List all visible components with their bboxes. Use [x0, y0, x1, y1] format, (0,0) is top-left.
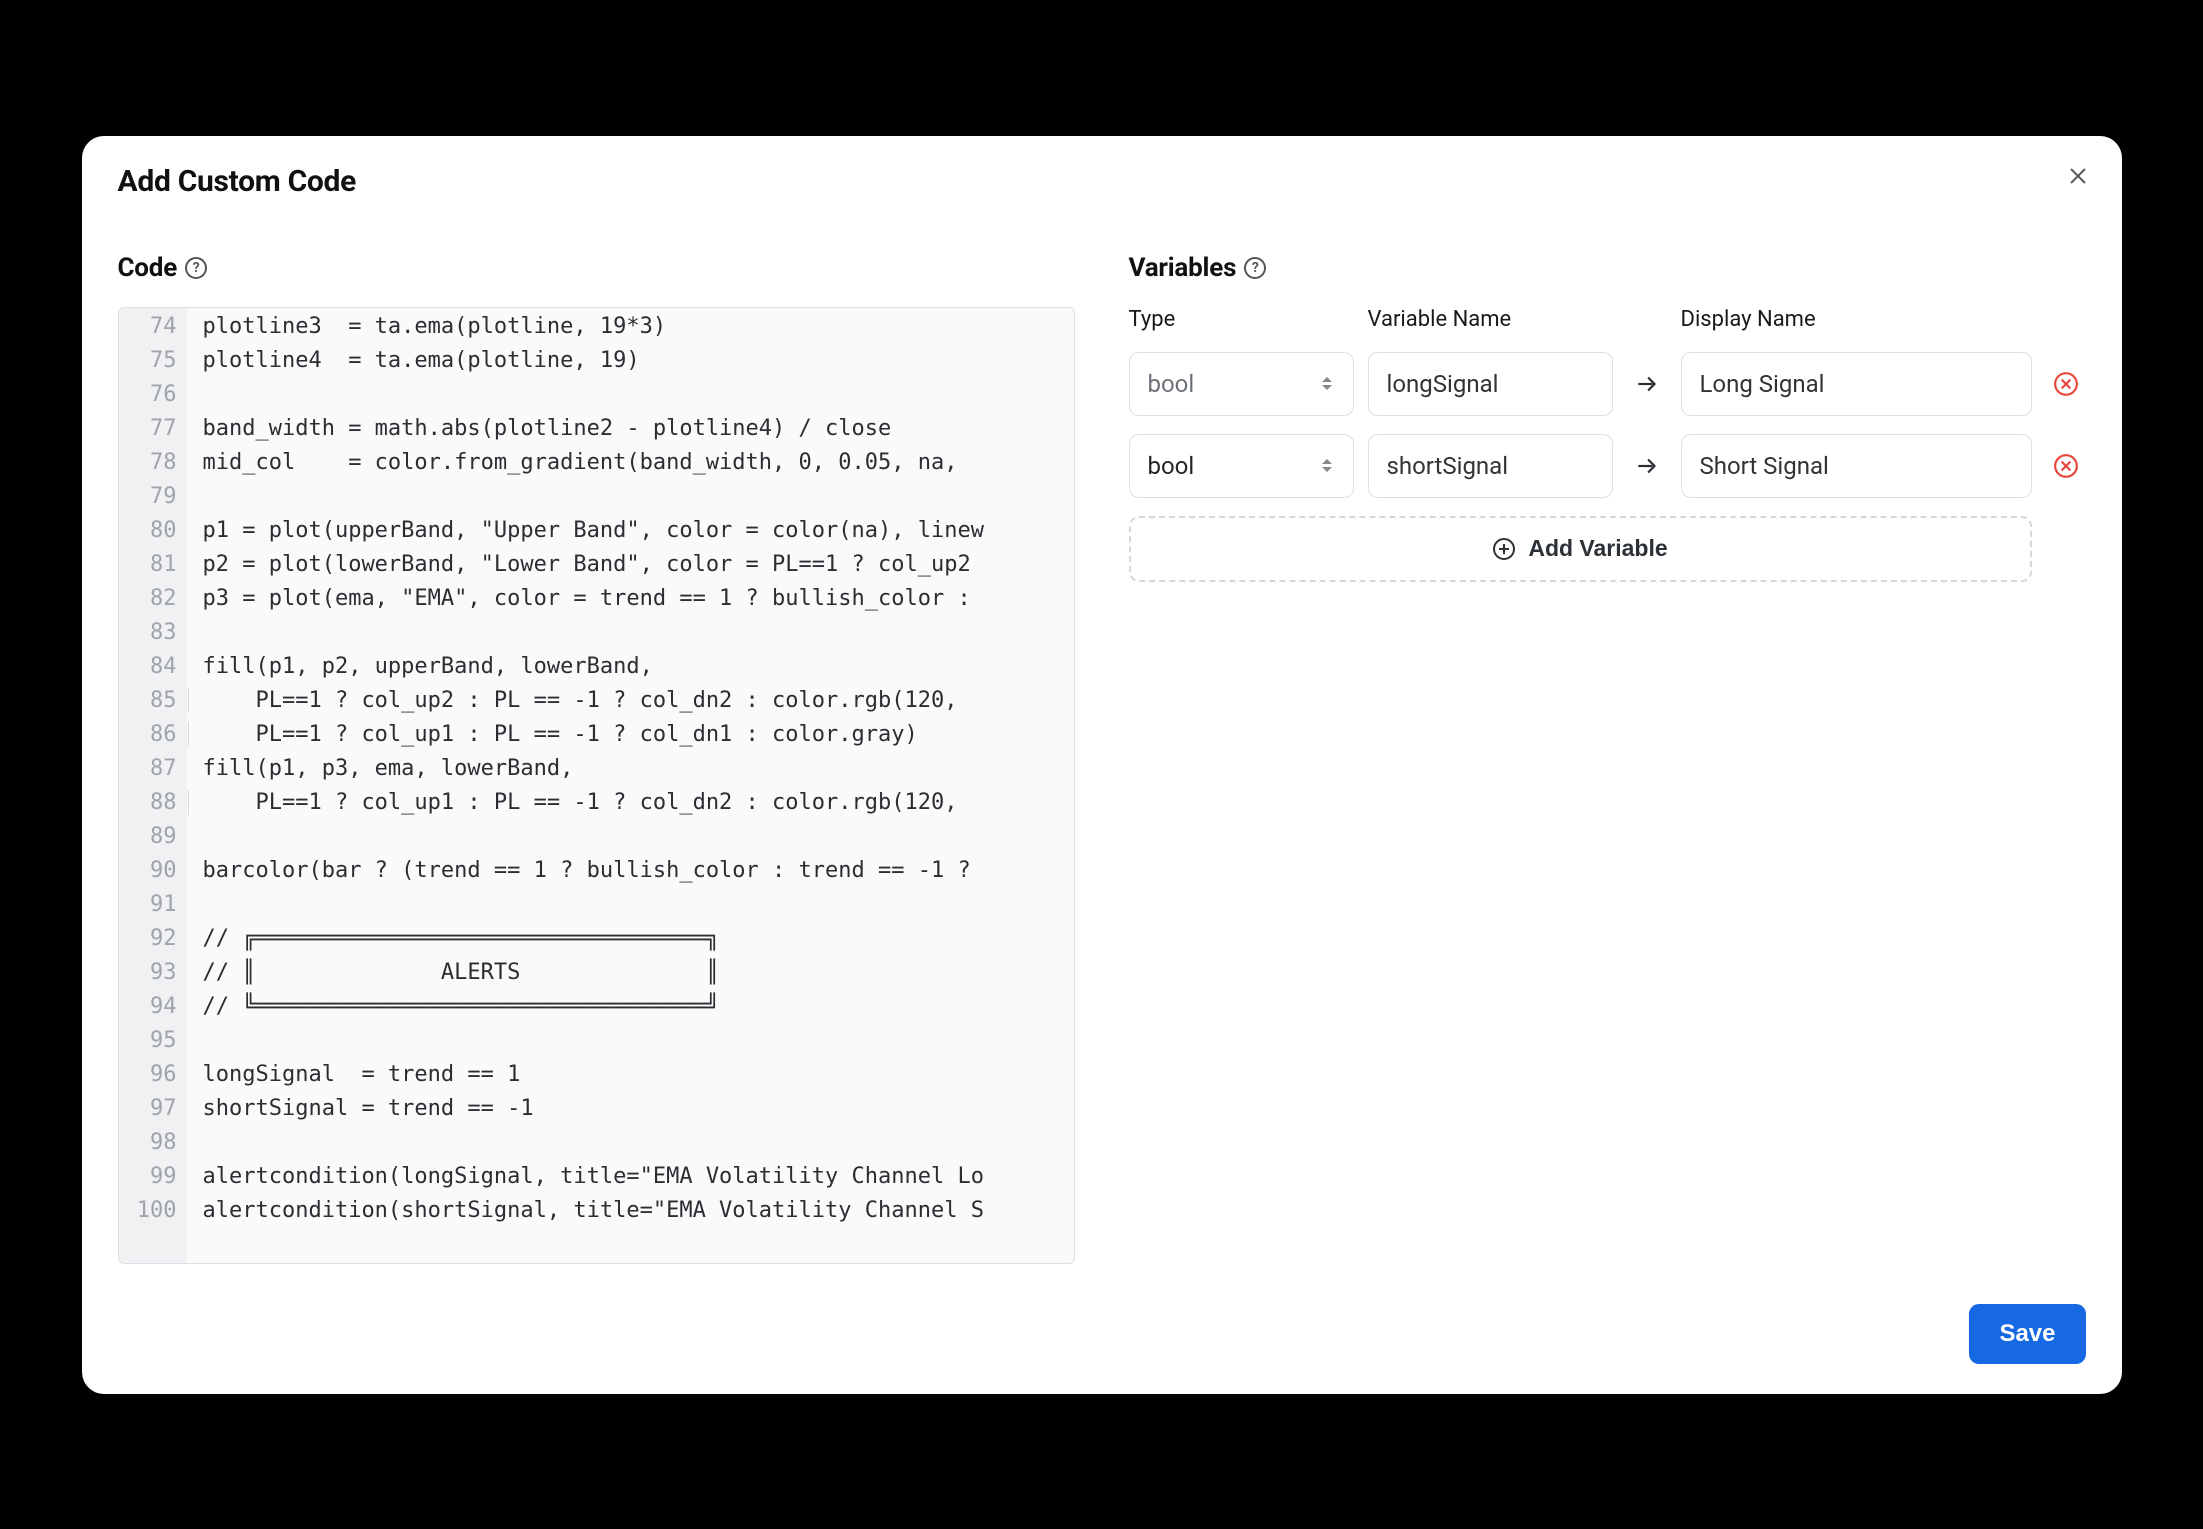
- chevron-updown-icon: [1319, 373, 1335, 395]
- variable-name-input[interactable]: longSignal: [1368, 352, 1613, 416]
- variable-row: bool shortSignal Short Signal: [1129, 434, 2086, 498]
- modal-footer: Save: [118, 1304, 2086, 1364]
- variable-name-input[interactable]: shortSignal: [1368, 434, 1613, 498]
- code-label: Code: [118, 253, 178, 283]
- type-select-value: bool: [1148, 452, 1195, 480]
- variables-label: Variables: [1129, 253, 1237, 283]
- variables-section-title: Variables ?: [1129, 253, 2086, 283]
- type-select[interactable]: bool: [1129, 352, 1354, 416]
- code-section: Code ? 747576777879808182838485868788899…: [118, 253, 1075, 1264]
- close-icon: [2067, 165, 2089, 187]
- help-icon[interactable]: ?: [185, 257, 207, 279]
- code-editor[interactable]: 7475767778798081828384858687888990919293…: [118, 307, 1075, 1264]
- add-variable-label: Add Variable: [1528, 535, 1667, 562]
- code-gutter: 7475767778798081828384858687888990919293…: [119, 308, 187, 1263]
- add-custom-code-modal: Add Custom Code Code ? 74757677787980818…: [82, 136, 2122, 1394]
- remove-variable-button[interactable]: [2046, 371, 2086, 397]
- code-lines[interactable]: plotline3 = ta.ema(plotline, 19*3)plotli…: [187, 308, 1074, 1263]
- modal-title: Add Custom Code: [118, 164, 2086, 199]
- display-name-input[interactable]: Short Signal: [1681, 434, 2032, 498]
- remove-variable-button[interactable]: [2046, 453, 2086, 479]
- maps-to-icon: [1627, 453, 1667, 479]
- variable-row: bool longSignal Long Signal: [1129, 352, 2086, 416]
- plus-circle-icon: [1492, 537, 1516, 561]
- variables-header-row: Type Variable Name Display Name: [1129, 307, 2086, 332]
- display-name-input[interactable]: Long Signal: [1681, 352, 2032, 416]
- help-icon[interactable]: ?: [1244, 257, 1266, 279]
- save-button[interactable]: Save: [1969, 1304, 2085, 1364]
- type-select[interactable]: bool: [1129, 434, 1354, 498]
- maps-to-icon: [1627, 371, 1667, 397]
- variables-section: Variables ? Type Variable Name Display N…: [1129, 253, 2086, 1264]
- col-header-name: Variable Name: [1368, 307, 1613, 332]
- type-select-value: bool: [1148, 370, 1195, 398]
- col-header-type: Type: [1129, 307, 1354, 332]
- code-section-title: Code ?: [118, 253, 1075, 283]
- add-variable-button[interactable]: Add Variable: [1129, 516, 2032, 582]
- close-button[interactable]: [2062, 160, 2094, 192]
- col-header-display: Display Name: [1681, 307, 2032, 332]
- chevron-updown-icon: [1319, 455, 1335, 477]
